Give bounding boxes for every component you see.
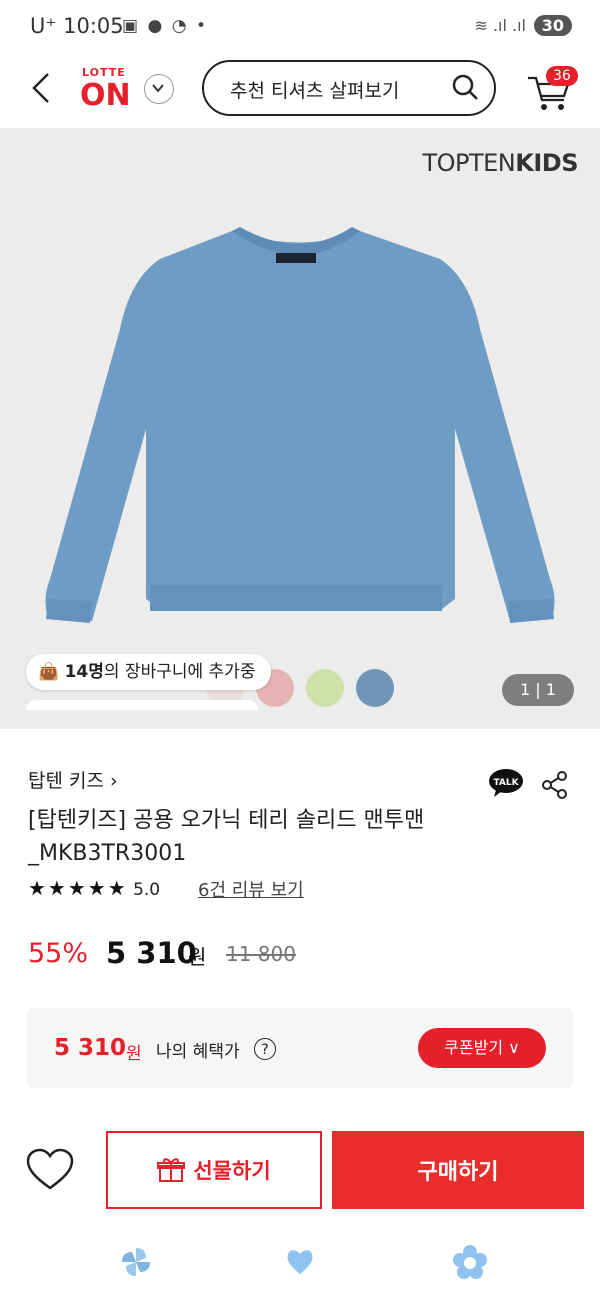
status-bar: U⁺ 10:05 ▣ ● ◔ • ≋ .ıl .ıl 30 — [0, 0, 600, 56]
sale-price: 5 310 — [106, 936, 197, 970]
back-arrow-icon[interactable] — [24, 68, 64, 108]
search-text: 추천 티셔츠 살펴보기 — [230, 80, 400, 102]
search-input[interactable]: 추천 티셔츠 살펴보기 — [202, 60, 496, 116]
cart-count-badge: 36 — [546, 66, 578, 86]
lotte-on-logo[interactable]: LOTTE ON — [78, 66, 140, 114]
benefit-price: 5 310 — [54, 1035, 127, 1061]
cart-activity-count: 14명 — [64, 662, 104, 682]
brand-suffix: KIDS — [515, 149, 578, 177]
svg-text:TALK: TALK — [493, 778, 519, 788]
cart-activity-text: 의 장바구니에 추가중 — [103, 662, 256, 682]
top-header: LOTTE ON 추천 티셔츠 살펴보기 36 — [0, 56, 600, 129]
logo-on-text: ON — [80, 78, 131, 113]
image-counter: 1 | 1 — [502, 674, 574, 706]
rating-value: 5.0 — [133, 880, 161, 900]
signal-icon: ≋ .ıl .ıl — [474, 16, 526, 35]
share-icon[interactable] — [540, 770, 570, 800]
original-price: 11 800 — [226, 942, 296, 966]
battery-indicator: 30 — [533, 15, 572, 36]
heart-wing-icon[interactable] — [282, 1244, 318, 1280]
color-swatch-blue[interactable] — [356, 669, 394, 707]
review-link[interactable]: 6건 리뷰 보기 — [198, 876, 304, 902]
brand-prefix: TOPTEN — [422, 149, 516, 177]
brand-link[interactable]: 탑텐 키즈 › — [28, 766, 118, 793]
gift-icon — [157, 1158, 186, 1182]
help-icon[interactable]: ? — [254, 1038, 276, 1060]
color-swatch-green[interactable] — [306, 669, 344, 707]
product-title: [탑텐키즈] 공용 오가닉 테리 솔리드 맨투맨_MKB3TR3001 — [28, 808, 425, 866]
activity-ticker — [26, 700, 258, 710]
rating: ★★★★★ 5.0 — [28, 876, 160, 900]
pinwheel-icon[interactable] — [118, 1244, 154, 1280]
notification-icons: ▣ ● ◔ • — [122, 16, 208, 36]
star-rating-icon: ★★★★★ — [28, 876, 128, 900]
coupon-button[interactable]: 쿠폰받기 ∨ — [418, 1028, 546, 1068]
gift-button-label: 선물하기 — [193, 1159, 271, 1183]
chevron-down-icon[interactable] — [144, 74, 174, 104]
sweatshirt-image — [45, 227, 555, 623]
product-image[interactable]: TOPTENKIDS — [0, 129, 600, 729]
gift-button[interactable]: 선물하기 — [106, 1131, 322, 1209]
flower-icon[interactable] — [452, 1244, 488, 1280]
benefit-label: 나의 혜택가 — [156, 1042, 240, 1062]
talk-icon[interactable]: TALK — [488, 768, 524, 798]
shopping-bag-icon: 👜 — [38, 662, 60, 682]
benefit-unit: 원 — [126, 1044, 142, 1064]
wishlist-heart-icon[interactable] — [26, 1148, 74, 1192]
price-unit: 원 — [188, 945, 207, 969]
search-icon[interactable] — [450, 72, 480, 106]
buy-button[interactable]: 구매하기 — [332, 1131, 584, 1209]
cart-activity-badge: 👜 14명의 장바구니에 추가중 — [26, 654, 272, 690]
brand-watermark: TOPTENKIDS — [422, 149, 578, 177]
discount-rate: 55% — [28, 938, 89, 969]
status-time: U⁺ 10:05 — [30, 14, 124, 38]
